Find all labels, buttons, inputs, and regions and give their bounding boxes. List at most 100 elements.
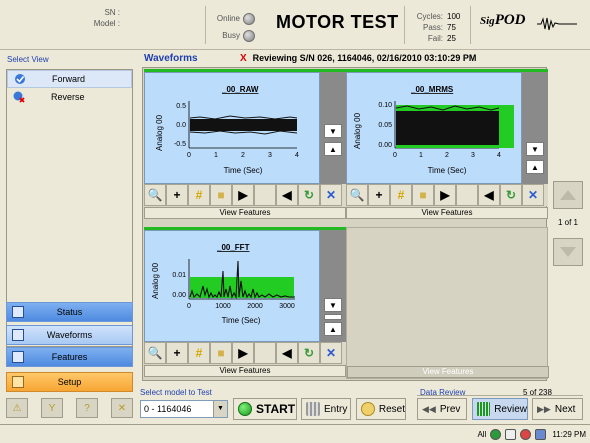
tools-button[interactable]: Y xyxy=(41,398,63,418)
tray-all-label[interactable]: All xyxy=(477,430,486,439)
nav-status-button[interactable]: Status xyxy=(6,302,133,322)
region-button[interactable]: ■ xyxy=(210,342,232,364)
scroll-up-button[interactable]: ▲ xyxy=(324,322,342,336)
reset-icon xyxy=(361,402,375,416)
step-right-button[interactable]: ▶ xyxy=(434,184,456,206)
exit-icon: ✕ xyxy=(117,402,127,414)
blank-button[interactable] xyxy=(254,184,276,206)
step-right-button[interactable]: ▶ xyxy=(232,184,254,206)
x-tick-label: 3 xyxy=(268,152,272,159)
usb-icon[interactable] xyxy=(505,429,517,440)
close-plot-button[interactable]: ✕ xyxy=(522,184,544,206)
blank-button[interactable] xyxy=(456,184,478,206)
plot-area[interactable]: _00_RAW Analog 00 0.5 0.0 -0.5 0 1 2 3 4… xyxy=(144,72,320,184)
scroll-down-button[interactable]: ▼ xyxy=(324,298,342,312)
crosshair-button[interactable]: + xyxy=(368,184,390,206)
nav-waveforms-button[interactable]: Waveforms xyxy=(6,325,133,345)
reset-zoom-button[interactable]: ↻ xyxy=(298,342,320,364)
zoom-button[interactable]: 🔍 xyxy=(144,342,166,364)
view-item-reverse[interactable]: Reverse xyxy=(7,88,132,106)
entry-button[interactable]: Entry xyxy=(301,398,351,420)
blank-button[interactable] xyxy=(254,342,276,364)
help-button[interactable]: ? xyxy=(76,398,98,418)
x-tick-label: 1 xyxy=(214,152,218,159)
reset-zoom-button[interactable]: ↻ xyxy=(298,184,320,206)
page-up-button[interactable] xyxy=(553,181,583,209)
x-tick-label: 4 xyxy=(295,152,299,159)
review-button[interactable]: Review xyxy=(472,398,528,420)
scroll-thumb[interactable] xyxy=(324,314,342,320)
crosshair-button[interactable]: + xyxy=(166,342,188,364)
fail-value: 25 xyxy=(447,34,456,43)
play-right-icon: ▶ xyxy=(238,346,248,360)
cursor-button[interactable]: # xyxy=(188,184,210,206)
mrms-waveform xyxy=(396,111,499,145)
region-icon: ■ xyxy=(217,188,225,202)
crosshair-button[interactable]: + xyxy=(166,184,188,206)
step-left-button[interactable]: ◀ xyxy=(276,184,298,206)
waveforms-title: Waveforms xyxy=(144,53,198,64)
cursor-button[interactable]: # xyxy=(188,342,210,364)
y-tick-label: -0.5 xyxy=(174,141,186,148)
cursor-button[interactable]: # xyxy=(390,184,412,206)
step-left-button[interactable]: ◀ xyxy=(478,184,500,206)
chevron-down-icon[interactable]: ▼ xyxy=(213,401,227,417)
view-item-forward[interactable]: Forward xyxy=(7,70,132,88)
model-select[interactable]: 0 - 1164046 ▼ xyxy=(140,400,228,418)
taskbar: All 11:29 PM xyxy=(0,424,590,443)
view-features-button[interactable]: View Features xyxy=(144,365,346,377)
waveform-panel-empty: View Features xyxy=(346,227,549,379)
step-right-button[interactable]: ▶ xyxy=(232,342,254,364)
view-features-button[interactable]: View Features xyxy=(144,207,346,219)
busy-label: Busy xyxy=(222,31,240,40)
start-button[interactable]: START xyxy=(233,398,297,420)
triangle-up-icon: ▲ xyxy=(329,324,337,334)
page-down-button[interactable] xyxy=(553,238,583,266)
scroll-down-button[interactable]: ▼ xyxy=(526,142,544,156)
x-tick-label: 2 xyxy=(445,152,449,159)
zoom-icon: 🔍 xyxy=(147,346,163,360)
cycles-value: 100 xyxy=(447,12,461,21)
region-button[interactable]: ■ xyxy=(210,184,232,206)
view-item-label: Forward xyxy=(52,74,86,84)
prev-button[interactable]: ◀◀ Prev xyxy=(417,398,467,420)
x-tick-label: 1000 xyxy=(215,303,231,310)
zoom-icon: 🔍 xyxy=(147,188,163,202)
scroll-down-button[interactable]: ▼ xyxy=(324,124,342,138)
features-icon xyxy=(12,351,24,363)
plot-area[interactable]: _00_FFT Analog 00 0.01 0.00 0 1000 2000 … xyxy=(144,230,320,342)
pass-label: Pass: xyxy=(422,23,443,32)
nav-setup-button[interactable]: Setup xyxy=(6,372,133,392)
refresh-icon: ↻ xyxy=(303,346,315,360)
x-axis-label: Time (Sec) xyxy=(222,316,261,325)
model-select-value: 0 - 1164046 xyxy=(144,404,192,414)
reset-zoom-button[interactable]: ↻ xyxy=(500,184,522,206)
wrench-icon: Y xyxy=(48,402,56,414)
next-button[interactable]: ▶▶ Next xyxy=(532,398,583,420)
x-axis-label: Time (Sec) xyxy=(224,166,263,175)
refresh-icon: ↻ xyxy=(505,188,517,202)
region-button[interactable]: ■ xyxy=(412,184,434,206)
clock[interactable]: 11:29 PM xyxy=(552,430,586,439)
warning-button[interactable]: ⚠ xyxy=(6,398,28,418)
scroll-up-button[interactable]: ▲ xyxy=(526,160,544,174)
scroll-up-button[interactable]: ▲ xyxy=(324,142,342,156)
sigpod-logo: SigPOD xyxy=(480,12,526,28)
monitor-icon[interactable] xyxy=(535,429,547,440)
zoom-button[interactable]: 🔍 xyxy=(346,184,368,206)
network-icon[interactable] xyxy=(490,429,502,440)
close-plot-button[interactable]: ✕ xyxy=(320,184,342,206)
status-leds: Online Busy xyxy=(212,10,255,44)
x-tick-label: 2 xyxy=(241,152,245,159)
plot-area[interactable]: _00_MRMS Analog 00 0.10 0.05 0.00 0 1 2 … xyxy=(346,72,522,184)
exit-button[interactable]: ✕ xyxy=(111,398,133,418)
fail-label: Fail: xyxy=(427,34,443,43)
nav-features-button[interactable]: Features xyxy=(6,347,133,367)
security-icon[interactable] xyxy=(520,429,532,440)
reset-button[interactable]: Reset xyxy=(356,398,406,420)
zoom-button[interactable]: 🔍 xyxy=(144,184,166,206)
cursor-icon: # xyxy=(397,188,405,202)
step-left-button[interactable]: ◀ xyxy=(276,342,298,364)
close-plot-button[interactable]: ✕ xyxy=(320,342,342,364)
view-features-button[interactable]: View Features xyxy=(346,207,548,219)
